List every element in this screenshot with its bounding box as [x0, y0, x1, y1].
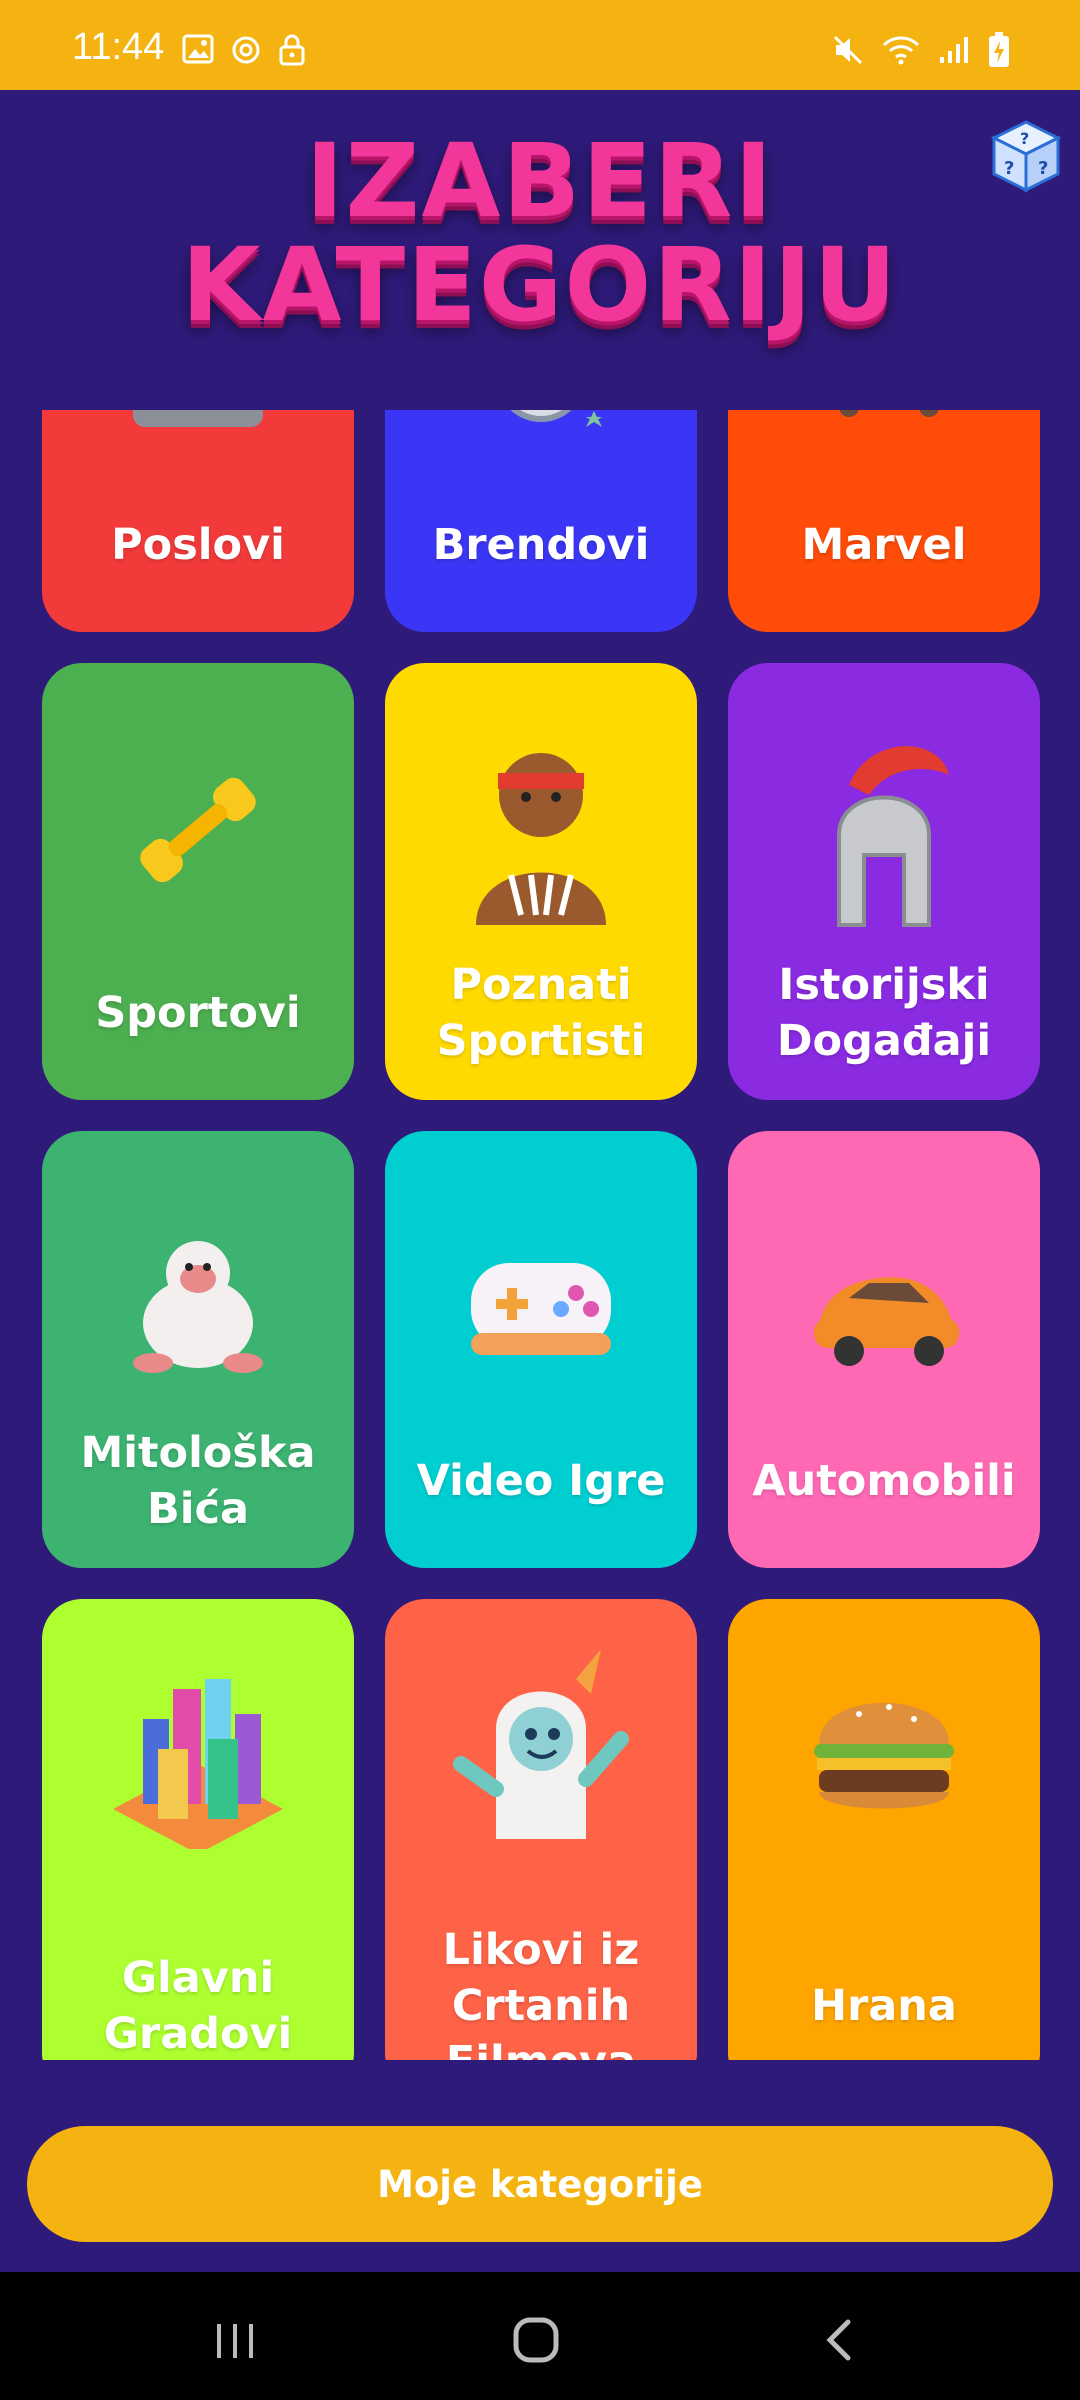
- roman-helmet-icon: [837, 746, 949, 927]
- signal-icon: [940, 37, 968, 63]
- battery-charging-icon: [989, 32, 1009, 67]
- cartoon-monster-icon: [453, 1649, 629, 1839]
- recents-button[interactable]: [205, 2310, 265, 2370]
- category-label: Poznati Sportisti: [436, 959, 646, 1066]
- city-icon: [113, 1679, 283, 1849]
- lock-icon: [279, 34, 305, 66]
- category-card[interactable]: Mitološka Bića: [42, 1131, 354, 1568]
- mute-icon: [833, 35, 863, 65]
- category-card[interactable]: Hrana: [728, 1599, 1040, 2060]
- category-label: Istorijski Događaji: [776, 959, 992, 1066]
- dumbbell-icon: [140, 777, 256, 883]
- home-icon: [513, 2317, 559, 2363]
- category-card[interactable]: Likovi iz Crtanih Filmova: [385, 1599, 697, 2060]
- svg-text:?: ?: [1038, 158, 1048, 179]
- car-icon: [814, 1277, 959, 1366]
- category-label: Mitološka Bića: [80, 1427, 316, 1534]
- gallery-icon: [182, 34, 214, 64]
- category-label: Automobili: [752, 1455, 1016, 1506]
- category-label: Video Igre: [416, 1455, 666, 1506]
- status-bar: 11:44: [0, 0, 1080, 90]
- back-icon: [826, 2319, 851, 2361]
- title-line-2: KATEGORIJU: [181, 226, 899, 345]
- title-line-1: IZABERI: [305, 122, 775, 241]
- category-label: Glavni Gradovi: [103, 1952, 293, 2059]
- category-card[interactable]: Video Igre: [385, 1131, 697, 1568]
- svg-text:?: ?: [1020, 129, 1029, 148]
- category-label: Sportovi: [95, 987, 301, 1038]
- home-button[interactable]: [506, 2310, 566, 2370]
- category-card[interactable]: Brendovi: [385, 410, 697, 632]
- back-button[interactable]: [810, 2310, 870, 2370]
- category-card[interactable]: Poslovi: [42, 410, 354, 632]
- burger-icon: [814, 1702, 954, 1809]
- category-card[interactable]: Marvel: [728, 410, 1040, 632]
- status-time: 11:44: [72, 26, 165, 68]
- page-title: IZABERI KATEGORIJU: [0, 130, 1080, 360]
- category-card[interactable]: Automobili: [728, 1131, 1040, 1568]
- athlete-figure-icon: [476, 753, 606, 925]
- category-label: Brendovi: [432, 519, 650, 570]
- yeti-icon: [133, 1241, 263, 1373]
- recents-icon: [217, 2324, 253, 2358]
- gamepad-icon: [471, 1263, 611, 1355]
- navigation-bar: [0, 2272, 1080, 2400]
- category-grid[interactable]: Poslovi Brendovi Marvel Sportovi Poznati Spo…: [0, 410, 1080, 2060]
- category-label: Hrana: [811, 1980, 957, 2031]
- dice-icon: ? ? ?: [990, 120, 1062, 193]
- category-label: Likovi iz Crtanih Filmova: [442, 1924, 640, 2061]
- category-label: Poslovi: [111, 519, 285, 570]
- category-card[interactable]: Istorijski Događaji: [728, 663, 1040, 1100]
- wifi-icon: [882, 36, 920, 65]
- category-label: Marvel: [801, 519, 967, 570]
- svg-text:?: ?: [1004, 158, 1014, 179]
- category-card[interactable]: Glavni Gradovi: [42, 1599, 354, 2060]
- random-category-button[interactable]: ? ? ?: [990, 118, 1062, 194]
- category-card[interactable]: Sportovi: [42, 663, 354, 1100]
- category-card[interactable]: Poznati Sportisti: [385, 663, 697, 1100]
- my-categories-button[interactable]: Moje kategorije: [27, 2126, 1053, 2242]
- sync-icon: [232, 36, 260, 64]
